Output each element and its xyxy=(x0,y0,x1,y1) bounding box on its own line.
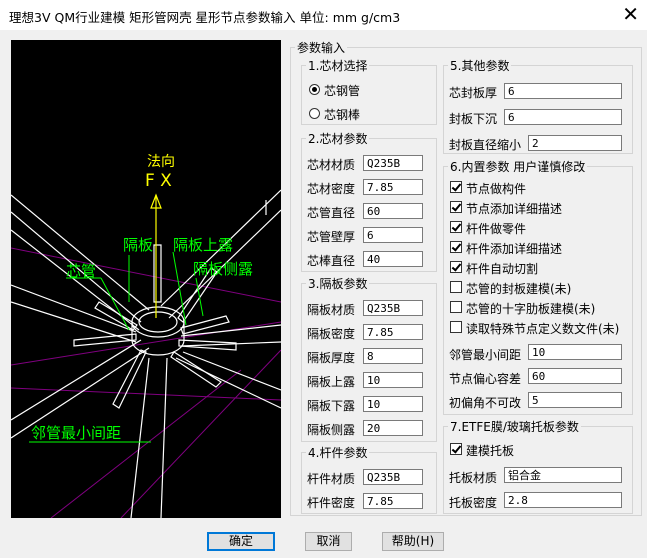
partition-material-label: 隔板材质 xyxy=(307,303,356,317)
checkbox-node-as-component[interactable] xyxy=(450,181,462,193)
core-density-input[interactable]: 7.85 xyxy=(363,179,423,195)
core-pipe-wall-input[interactable]: 6 xyxy=(363,227,423,243)
label-partition-side-exposed: 隔板侧露 xyxy=(193,260,253,278)
core-select-title: 1.芯材选择 xyxy=(308,59,368,73)
ok-button[interactable]: 确定 xyxy=(207,532,275,551)
seal-plate-sink-label: 封板下沉 xyxy=(449,112,498,126)
member-density-input[interactable]: 7.85 xyxy=(363,493,423,509)
partition-top-exposed-input[interactable]: 10 xyxy=(363,372,423,388)
radio-core-pipe-label[interactable]: 芯钢管 xyxy=(324,82,360,99)
checkbox-core-seal-model-label[interactable]: 芯管的封板建模(未) xyxy=(466,280,571,297)
core-params-title: 2.芯材参数 xyxy=(308,132,368,146)
partition-bottom-exposed-label: 隔板下露 xyxy=(307,399,356,413)
seal-plate-thickness-label: 芯封板厚 xyxy=(449,86,498,100)
core-select-group: 1.芯材选择 xyxy=(301,57,437,125)
partition-material-input[interactable]: Q235B xyxy=(363,300,423,316)
core-material-input[interactable]: Q235B xyxy=(363,155,423,171)
checkbox-member-auto-cut[interactable] xyxy=(450,261,462,273)
cancel-button[interactable]: 取消 xyxy=(305,532,352,551)
seal-plate-thickness-input[interactable]: 6 xyxy=(504,83,622,99)
partition-thickness-label: 隔板厚度 xyxy=(307,351,356,365)
checkbox-node-as-component-label[interactable]: 节点做构件 xyxy=(466,180,526,197)
support-plate-density-label: 托板密度 xyxy=(449,496,498,510)
radio-core-rod[interactable] xyxy=(309,108,320,119)
support-plate-material-input[interactable]: 铝合金 xyxy=(504,467,622,483)
core-pipe-diameter-input[interactable]: 60 xyxy=(363,203,423,219)
checkbox-member-as-part-label[interactable]: 杆件做零件 xyxy=(466,220,526,237)
partition-density-input[interactable]: 7.85 xyxy=(363,324,423,340)
initial-offset-angle-input[interactable]: 5 xyxy=(528,392,622,408)
checkbox-core-cross-rib-model-label[interactable]: 芯管的十字肋板建模(未) xyxy=(466,300,595,317)
node-eccentric-tolerance-input[interactable]: 60 xyxy=(528,368,622,384)
label-normal-dir: 法向 xyxy=(147,154,175,170)
partition-thickness-input[interactable]: 8 xyxy=(363,348,423,364)
node-eccentric-tolerance-label: 节点偏心容差 xyxy=(449,372,522,386)
label-core-pipe: 芯管 xyxy=(66,262,96,280)
checkbox-member-detail[interactable] xyxy=(450,241,462,253)
seal-plate-shrink-input[interactable]: 2 xyxy=(528,135,622,151)
label-adjacent-min-spacing: 邻管最小间距 xyxy=(31,424,121,442)
seal-plate-shrink-label: 封板直径缩小 xyxy=(449,138,522,152)
initial-offset-angle-label: 初偏角不可改 xyxy=(449,396,522,410)
checkbox-model-support-plate-label[interactable]: 建模托板 xyxy=(466,442,514,459)
node-preview-canvas: 法向 F X 隔板 隔板上露 隔板侧露 芯管 邻管最小间距 xyxy=(11,40,281,518)
checkbox-node-detail-label[interactable]: 节点添加详细描述 xyxy=(466,200,562,217)
partition-density-label: 隔板密度 xyxy=(307,327,356,341)
checkbox-core-cross-rib-model[interactable] xyxy=(450,301,462,313)
label-partition: 隔板 xyxy=(123,236,153,254)
partition-top-exposed-label: 隔板上露 xyxy=(307,375,356,389)
core-pipe-wall-label: 芯管壁厚 xyxy=(307,230,356,244)
member-material-input[interactable]: Q235B xyxy=(363,469,423,485)
checkbox-member-auto-cut-label[interactable]: 杆件自动切割 xyxy=(466,260,538,277)
core-material-label: 芯材材质 xyxy=(307,158,356,172)
annotation-leaders xyxy=(29,251,204,443)
member-params-title: 4.杆件参数 xyxy=(308,446,368,460)
partition-side-exposed-label: 隔板侧露 xyxy=(307,423,356,437)
partition-params-title: 3.隔板参数 xyxy=(308,277,368,291)
window-title: 理想3V QM行业建模 矩形管网壳 星形节点参数输入 单位: mm g/cm3 xyxy=(9,10,401,25)
params-input-title: 参数输入 xyxy=(297,41,346,55)
adjacent-min-spacing-input[interactable]: 10 xyxy=(528,344,622,360)
core-density-label: 芯材密度 xyxy=(307,182,356,196)
checkbox-model-support-plate[interactable] xyxy=(450,443,462,455)
checkbox-member-as-part[interactable] xyxy=(450,221,462,233)
support-plate-material-label: 托板材质 xyxy=(449,471,498,485)
radio-core-rod-label[interactable]: 芯钢棒 xyxy=(324,106,360,123)
checkbox-core-seal-model[interactable] xyxy=(450,281,462,293)
adjacent-min-spacing-label: 邻管最小间距 xyxy=(449,348,522,362)
close-icon[interactable]: ✕ xyxy=(622,3,639,25)
checkbox-read-special-node-file[interactable] xyxy=(450,321,462,333)
partition-bottom-exposed-input[interactable]: 10 xyxy=(363,396,423,412)
core-rod-diameter-input[interactable]: 40 xyxy=(363,251,423,267)
label-partition-exposed: 隔板上露 xyxy=(173,236,233,254)
help-button[interactable]: 帮助(H) xyxy=(382,532,444,551)
other-params-title: 5.其他参数 xyxy=(450,59,510,73)
member-material-label: 杆件材质 xyxy=(307,472,356,486)
member-density-label: 杆件密度 xyxy=(307,496,356,510)
core-pipe-diameter-label: 芯管直径 xyxy=(307,206,356,220)
seal-plate-sink-input[interactable]: 6 xyxy=(504,109,622,125)
node-preview-drawing: 法向 F X 隔板 隔板上露 隔板侧露 芯管 邻管最小间距 xyxy=(11,154,281,518)
checkbox-member-detail-label[interactable]: 杆件添加详细描述 xyxy=(466,240,562,257)
radio-core-pipe[interactable] xyxy=(309,84,320,95)
core-rod-diameter-label: 芯棒直径 xyxy=(307,254,356,268)
etfe-params-title: 7.ETFE膜/玻璃托板参数 xyxy=(450,420,579,434)
support-plate-density-input[interactable]: 2.8 xyxy=(504,492,622,508)
checkbox-node-detail[interactable] xyxy=(450,201,462,213)
normal-direction-arrow xyxy=(150,193,162,318)
checkbox-read-special-node-file-label[interactable]: 读取特殊节点定义数文件(未) xyxy=(466,320,619,337)
label-fx: F X xyxy=(145,171,172,191)
title-bar: 理想3V QM行业建模 矩形管网壳 星形节点参数输入 单位: mm g/cm3 … xyxy=(0,0,647,30)
builtin-params-title: 6.内置参数 用户谨慎修改 xyxy=(450,160,586,174)
partition-side-exposed-input[interactable]: 20 xyxy=(363,420,423,436)
